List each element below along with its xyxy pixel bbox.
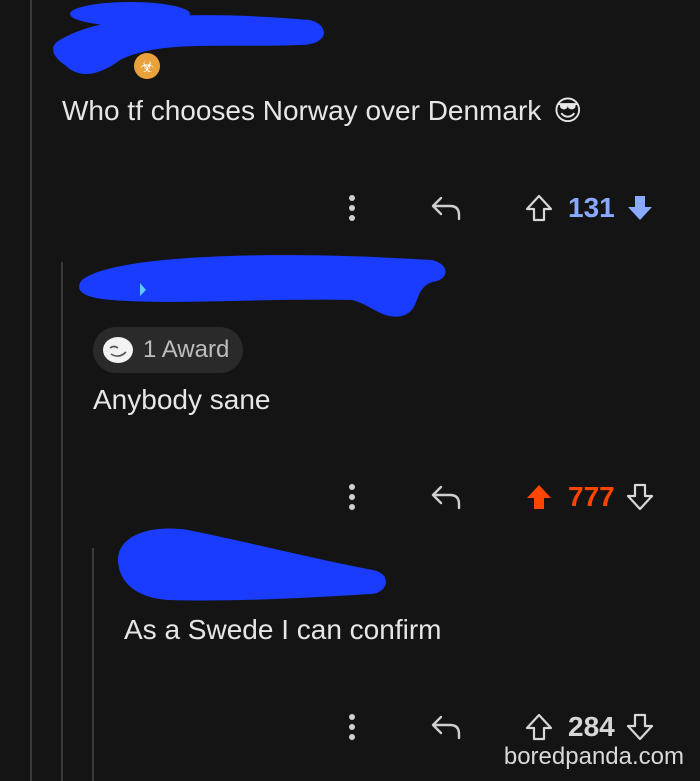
svg-text:☣: ☣ bbox=[140, 57, 154, 76]
downvote-icon[interactable] bbox=[625, 193, 655, 223]
more-vertical-icon[interactable] bbox=[340, 194, 364, 222]
comment-2-actions: 777 bbox=[340, 477, 655, 517]
downvote-icon[interactable] bbox=[625, 712, 655, 742]
biohazard-flair-icon: ☣ bbox=[133, 52, 161, 80]
comment-2-text: Anybody sane bbox=[93, 384, 271, 415]
thread-line-level-3 bbox=[92, 548, 94, 781]
upvote-icon[interactable] bbox=[524, 712, 554, 742]
award-badge[interactable]: 1 Award bbox=[93, 327, 244, 373]
comment-1-actions: 131 bbox=[340, 188, 655, 228]
upvote-icon[interactable] bbox=[524, 482, 554, 512]
redacted-username-scribble bbox=[117, 528, 386, 601]
upvote-icon[interactable] bbox=[524, 193, 554, 223]
comment-1-text: Who tf chooses Norway over Denmark bbox=[62, 95, 542, 126]
comment-3-actions: 284 bbox=[340, 707, 655, 747]
thread-line-level-2 bbox=[61, 262, 63, 781]
vote-count: 777 bbox=[568, 481, 615, 512]
reply-icon[interactable] bbox=[430, 714, 462, 740]
award-face-icon bbox=[101, 335, 135, 365]
redacted-username-scribble bbox=[79, 255, 446, 317]
reply-icon[interactable] bbox=[430, 484, 462, 510]
reply-icon[interactable] bbox=[430, 195, 462, 221]
more-vertical-icon[interactable] bbox=[340, 713, 364, 741]
comment-1-body: Who tf chooses Norway over Denmark 😎 bbox=[62, 94, 582, 127]
comment-3-text: As a Swede I can confirm bbox=[124, 614, 442, 645]
vote-count: 131 bbox=[568, 192, 615, 223]
more-vertical-icon[interactable] bbox=[340, 483, 364, 511]
vote-count: 284 bbox=[568, 711, 615, 742]
award-label: 1 Award bbox=[143, 336, 230, 363]
thread-line-level-1 bbox=[30, 0, 32, 781]
sunglasses-emoji: 😎 bbox=[553, 94, 583, 127]
watermark: boredpanda.com bbox=[503, 743, 684, 770]
redacted-username-scribble bbox=[53, 2, 324, 75]
downvote-icon[interactable] bbox=[625, 482, 655, 512]
